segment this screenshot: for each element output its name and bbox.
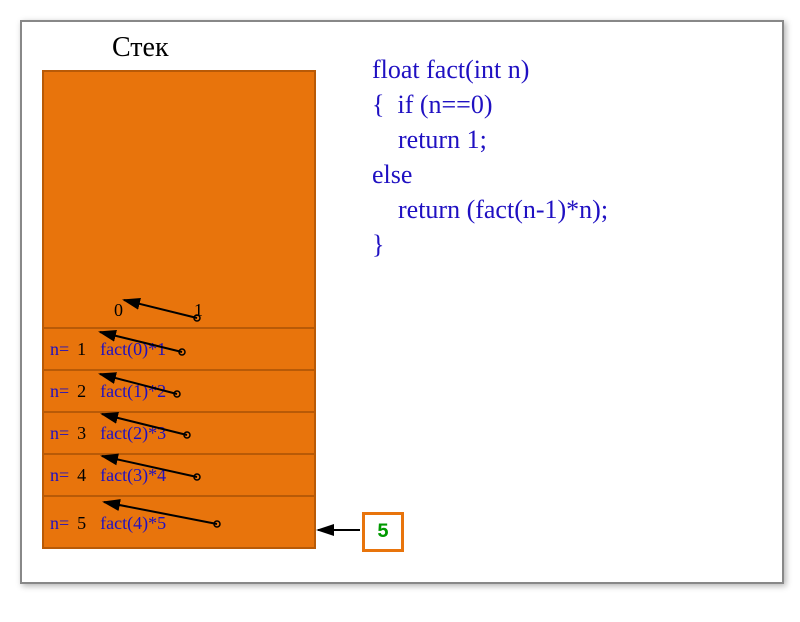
calc-expr: fact(4)*5 [100, 513, 166, 534]
stack-row: n= 1 fact(0)*1 [44, 327, 314, 369]
base-zero: 0 [114, 300, 123, 321]
stack-row: n= 2 fact(1)*2 [44, 369, 314, 411]
calc-expr: fact(1)*2 [100, 381, 166, 402]
stack-row: n= 4 fact(3)*4 [44, 453, 314, 495]
calc-expr: fact(2)*3 [100, 423, 166, 444]
stack-row: n= 3 fact(2)*3 [44, 411, 314, 453]
slide-frame: Стек 0 1 n= 1 fact(0)*1 n= 2 fact(1)*2 n… [20, 20, 784, 584]
stack-top-area: 0 1 [44, 72, 314, 327]
n-label: n= [50, 423, 69, 444]
stack-title: Стек [112, 32, 169, 64]
stack-row: n= 5 fact(4)*5 [44, 495, 314, 549]
n-label: n= [50, 339, 69, 360]
n-value: 4 [77, 465, 86, 486]
n-value: 5 [77, 513, 86, 534]
n-label: n= [50, 465, 69, 486]
calc-expr: fact(3)*4 [100, 465, 166, 486]
code-block: float fact(int n) { if (n==0) return 1; … [372, 52, 608, 263]
base-one: 1 [194, 300, 203, 321]
n-value: 3 [77, 423, 86, 444]
stack-box: 0 1 n= 1 fact(0)*1 n= 2 fact(1)*2 n= 3 f… [42, 70, 316, 549]
result-box: 5 [362, 512, 404, 552]
n-label: n= [50, 513, 69, 534]
n-value: 1 [77, 339, 86, 360]
n-label: n= [50, 381, 69, 402]
n-value: 2 [77, 381, 86, 402]
calc-expr: fact(0)*1 [100, 339, 166, 360]
